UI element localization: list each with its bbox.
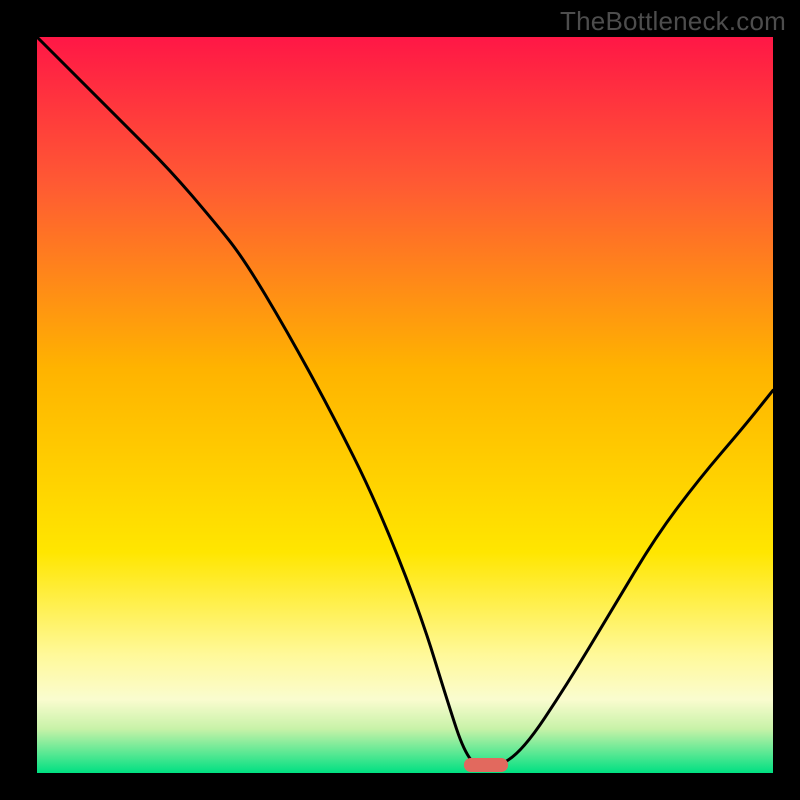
optimum-marker — [464, 758, 508, 772]
chart-frame: TheBottleneck.com — [0, 0, 800, 800]
bottleneck-chart — [0, 0, 800, 800]
watermark-label: TheBottleneck.com — [560, 6, 786, 37]
